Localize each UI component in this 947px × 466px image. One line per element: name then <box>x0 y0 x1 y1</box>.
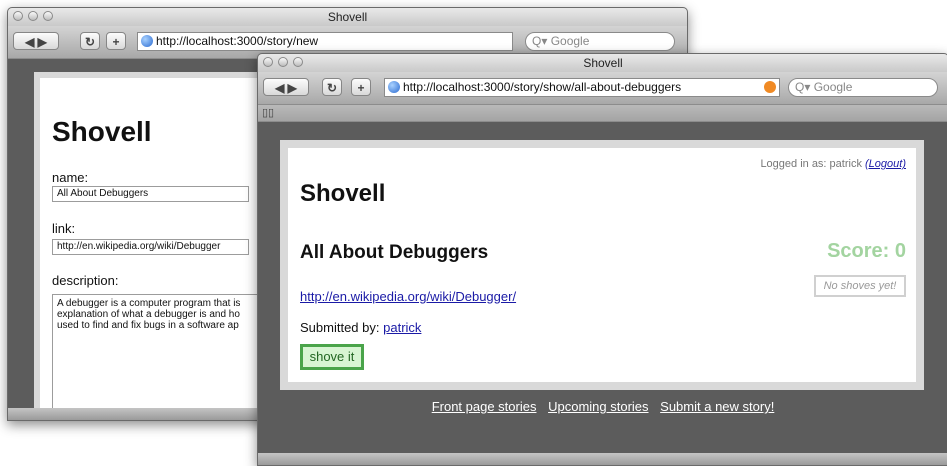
no-shoves-badge: No shoves yet! <box>814 275 906 297</box>
reload-button[interactable]: ↻ <box>322 78 342 96</box>
window-statusbar <box>258 453 947 465</box>
globe-icon <box>141 35 153 47</box>
page-content: Shovell name: All About Debuggers link: … <box>40 78 264 414</box>
search-placeholder: Q▾ Google <box>532 34 590 48</box>
search-placeholder: Q▾ Google <box>795 80 853 94</box>
window-titlebar[interactable]: Shovell <box>258 54 947 72</box>
minimize-window-button[interactable] <box>28 11 38 21</box>
submitted-by-label: Submitted by: <box>300 320 380 335</box>
description-label: description: <box>52 273 119 288</box>
reload-button[interactable]: ↻ <box>80 32 100 50</box>
page-content: Logged in as: patrick (Logout) Shovell A… <box>288 148 916 382</box>
link-label: link: <box>52 221 76 236</box>
login-text: Logged in as: patrick <box>760 158 862 170</box>
zoom-window-button[interactable] <box>43 11 53 21</box>
upcoming-stories-link[interactable]: Upcoming stories <box>548 399 648 414</box>
zoom-window-button[interactable] <box>293 57 303 67</box>
minimize-window-button[interactable] <box>278 57 288 67</box>
forward-arrow-icon: ▶ <box>37 35 47 49</box>
name-input[interactable]: All About Debuggers <box>52 186 249 202</box>
address-bar-url: http://localhost:3000/story/show/all-abo… <box>403 80 682 94</box>
app-title: Shovell <box>52 116 152 147</box>
login-status: Logged in as: patrick (Logout) <box>760 158 906 170</box>
browser-window-show-story: Shovell ◀ ▶ ↻ + http://localhost:3000/st… <box>257 53 947 466</box>
description-line: used to find and fix bugs in a software … <box>57 320 239 331</box>
app-title: Shovell <box>300 180 386 207</box>
bookmarks-bar: ▯▯ <box>258 105 947 122</box>
story-title: All About Debuggers <box>300 242 489 263</box>
forward-arrow-icon: ▶ <box>287 81 297 95</box>
plus-icon: + <box>357 81 365 95</box>
front-page-stories-link[interactable]: Front page stories <box>432 399 537 414</box>
back-arrow-icon: ◀ <box>275 81 285 95</box>
add-bookmark-button[interactable]: + <box>106 32 126 50</box>
close-window-button[interactable] <box>13 11 23 21</box>
window-titlebar[interactable]: Shovell <box>8 8 687 26</box>
page-frame: Logged in as: patrick (Logout) Shovell A… <box>280 140 924 390</box>
story-score: Score: 0 <box>827 240 906 262</box>
description-textarea[interactable]: A debugger is a computer program that is… <box>52 294 264 414</box>
address-bar[interactable]: http://localhost:3000/story/new <box>137 32 513 51</box>
link-input[interactable]: http://en.wikipedia.org/wiki/Debugger <box>52 239 249 255</box>
logout-link[interactable]: (Logout) <box>865 158 906 170</box>
globe-icon <box>388 81 400 93</box>
description-line: explanation of what a debugger is and ho <box>57 309 240 320</box>
window-title: Shovell <box>327 10 368 24</box>
back-arrow-icon: ◀ <box>25 35 35 49</box>
search-field[interactable]: Q▾ Google <box>525 32 675 51</box>
footer-nav: Front page stories Upcoming stories Subm… <box>258 399 947 414</box>
plus-icon: + <box>112 35 120 49</box>
page-frame: Shovell name: All About Debuggers link: … <box>34 72 264 414</box>
name-label: name: <box>52 170 89 185</box>
address-bar-url: http://localhost:3000/story/new <box>156 34 319 48</box>
submitter-link[interactable]: patrick <box>383 320 421 335</box>
bookmarks-book-icon[interactable]: ▯▯ <box>262 106 274 119</box>
submit-new-story-link[interactable]: Submit a new story! <box>660 399 774 414</box>
search-field[interactable]: Q▾ Google <box>788 78 938 97</box>
back-forward-button[interactable]: ◀ ▶ <box>263 78 309 96</box>
add-bookmark-button[interactable]: + <box>351 78 371 96</box>
description-line: A debugger is a computer program that is <box>57 298 241 309</box>
back-forward-button[interactable]: ◀ ▶ <box>13 32 59 50</box>
submitted-by: Submitted by: patrick <box>300 320 421 335</box>
shove-it-button[interactable]: shove it <box>300 344 364 370</box>
address-bar[interactable]: http://localhost:3000/story/show/all-abo… <box>384 78 780 97</box>
close-window-button[interactable] <box>263 57 273 67</box>
reload-icon: ↻ <box>84 35 96 49</box>
rss-icon <box>764 81 776 93</box>
reload-icon: ↻ <box>326 81 338 95</box>
window-title: Shovell <box>583 56 623 70</box>
story-link[interactable]: http://en.wikipedia.org/wiki/Debugger/ <box>300 289 516 304</box>
browser-toolbar: ◀ ▶ ↻ + http://localhost:3000/story/show… <box>258 72 947 105</box>
